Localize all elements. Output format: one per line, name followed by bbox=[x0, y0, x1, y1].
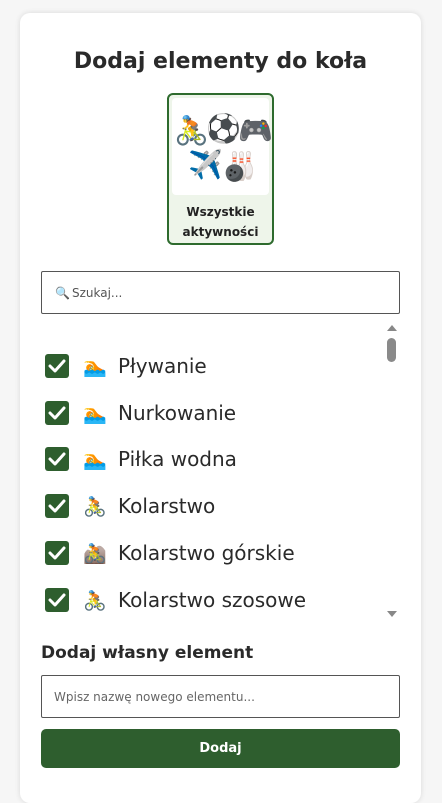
list-item-label: Kolarstwo szosowe bbox=[118, 588, 307, 612]
checkbox-checked[interactable] bbox=[45, 494, 69, 518]
wheel-items-panel: Dodaj elementy do koła 🚴 ⚽ 🎮 ✈️ 🎳 Wszyst… bbox=[20, 13, 421, 803]
soccer-ball-icon: ⚽ bbox=[206, 112, 241, 145]
checkmark-icon bbox=[48, 593, 66, 607]
scroll-down-arrow-icon[interactable] bbox=[387, 611, 397, 617]
category-label-line2: aktywności bbox=[182, 225, 259, 239]
checkmark-icon bbox=[48, 452, 66, 466]
airplane-icon: ✈️ bbox=[188, 148, 223, 181]
category-label-line1: Wszystkie bbox=[186, 205, 255, 219]
gamepad-icon: 🎮 bbox=[238, 114, 273, 147]
list-item[interactable]: 🚵 Kolarstwo górskie bbox=[45, 537, 295, 569]
checkbox-checked[interactable] bbox=[45, 401, 69, 425]
scroll-up-arrow-icon[interactable] bbox=[387, 325, 397, 331]
list-item[interactable]: 🏊 Nurkowanie bbox=[45, 397, 236, 429]
category-all-activities[interactable]: 🚴 ⚽ 🎮 ✈️ 🎳 Wszystkie aktywności bbox=[167, 93, 274, 245]
search-box[interactable]: 🔍 bbox=[41, 271, 400, 314]
swimming-icon: 🏊 bbox=[83, 448, 107, 471]
list-item-label: Kolarstwo bbox=[118, 494, 216, 518]
list-item-label: Kolarstwo górskie bbox=[118, 541, 295, 565]
checkmark-icon bbox=[48, 499, 66, 513]
swimming-icon: 🏊 bbox=[83, 402, 107, 425]
swimming-icon: 🏊 bbox=[83, 355, 107, 378]
scroll-thumb[interactable] bbox=[387, 338, 396, 362]
page-title: Dodaj elementy do koła bbox=[73, 49, 368, 74]
checkbox-checked[interactable] bbox=[45, 354, 69, 378]
list-item[interactable]: 🏊 Piłka wodna bbox=[45, 443, 237, 475]
cyclist-icon: 🚴 bbox=[83, 589, 107, 612]
list-item[interactable]: 🏊 Pływanie bbox=[45, 350, 207, 382]
activity-list[interactable]: 🏊 Pływanie 🏊 Nurkowanie 🏊 Piłka wodna 🚴 … bbox=[41, 324, 400, 618]
checkbox-checked[interactable] bbox=[45, 447, 69, 471]
checkbox-checked[interactable] bbox=[45, 588, 69, 612]
checkmark-icon bbox=[48, 359, 66, 373]
list-item[interactable]: 🚴 Kolarstwo szosowe bbox=[45, 584, 306, 616]
checkbox-checked[interactable] bbox=[45, 541, 69, 565]
custom-element-title: Dodaj własny element bbox=[41, 643, 254, 663]
search-input[interactable] bbox=[71, 285, 372, 300]
category-label: Wszystkie aktywności bbox=[169, 202, 272, 242]
bicycle-icon: 🚴 bbox=[174, 114, 209, 147]
bowling-icon: 🎳 bbox=[222, 150, 257, 183]
mountain-bike-icon: 🚵 bbox=[83, 542, 107, 565]
add-button[interactable]: Dodaj bbox=[41, 729, 400, 768]
list-scrollbar[interactable] bbox=[385, 324, 399, 618]
checkmark-icon bbox=[48, 406, 66, 420]
list-item-label: Piłka wodna bbox=[118, 447, 237, 471]
list-item-label: Pływanie bbox=[118, 354, 207, 378]
search-icon: 🔍 bbox=[55, 285, 70, 300]
category-icons: 🚴 ⚽ 🎮 ✈️ 🎳 bbox=[172, 98, 272, 195]
new-element-input[interactable] bbox=[41, 675, 400, 718]
list-item[interactable]: 🚴 Kolarstwo bbox=[45, 490, 215, 522]
checkmark-icon bbox=[48, 546, 66, 560]
cyclist-icon: 🚴 bbox=[83, 495, 107, 518]
list-item-label: Nurkowanie bbox=[118, 401, 237, 425]
